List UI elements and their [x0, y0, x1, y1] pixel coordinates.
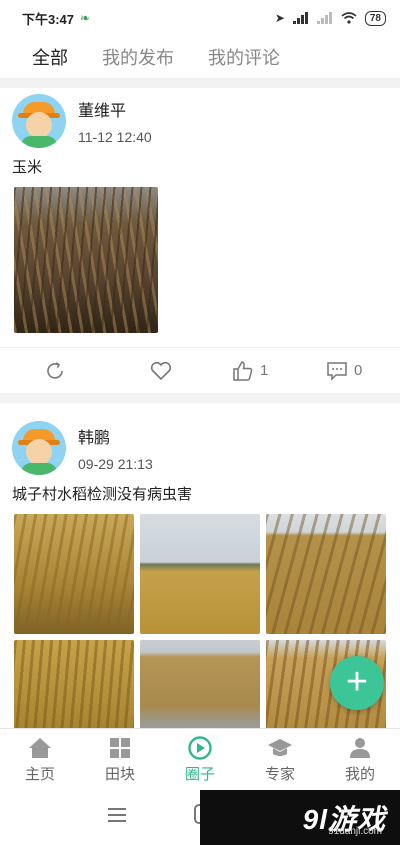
comment-button[interactable]: 0	[326, 361, 362, 381]
like-button[interactable]: 1	[232, 360, 326, 382]
post-card: 董维平 11-12 12:40 玉米 1 0	[0, 88, 400, 393]
post-header: 韩鹏 09-29 21:13	[0, 403, 400, 475]
tab-all[interactable]: 全部	[32, 44, 68, 70]
watermark-url: 91danji.com	[328, 826, 382, 837]
status-bar: 下午3:47 ❧ ➤ 78	[0, 0, 400, 36]
heart-icon	[150, 361, 172, 380]
post-photo[interactable]	[140, 640, 260, 728]
post-photo[interactable]	[140, 514, 260, 634]
circle-icon	[187, 735, 213, 760]
nav-item-home[interactable]: 主页	[0, 729, 80, 790]
post-photo[interactable]	[14, 187, 158, 333]
location-icon: ➤	[274, 11, 285, 25]
battery-icon: 78	[364, 10, 386, 26]
field-icon	[107, 736, 133, 760]
top-tabs: 全部 我的发布 我的评论	[0, 36, 400, 78]
home-icon	[27, 736, 53, 760]
nav-item-circle[interactable]: 圈子	[160, 729, 240, 790]
nav-item-field[interactable]: 田块	[80, 729, 160, 790]
nav-label: 田块	[104, 765, 135, 783]
profile-icon	[347, 736, 373, 760]
status-icons: ➤ 78	[274, 10, 386, 26]
favorite-button[interactable]	[150, 361, 232, 381]
post-date: 09-29 21:13	[78, 456, 153, 472]
nav-label: 圈子	[184, 765, 215, 783]
post-actions: 1 0	[0, 347, 400, 393]
post-photo[interactable]	[266, 514, 386, 634]
app-notification-icon: ❧	[80, 11, 91, 25]
nav-item-profile[interactable]: 我的	[320, 729, 400, 790]
share-button[interactable]	[44, 360, 150, 382]
tab-my-comments[interactable]: 我的评论	[208, 44, 280, 70]
signal-weak-icon	[316, 12, 332, 24]
post-text: 城子村水稻检测没有病虫害	[12, 486, 193, 503]
signal-icon	[292, 12, 308, 24]
post-photo[interactable]	[14, 640, 134, 728]
tab-my-posts[interactable]: 我的发布	[102, 44, 174, 70]
post-date: 11-12 12:40	[78, 129, 152, 145]
share-icon	[47, 361, 63, 379]
thumbs-up-icon	[233, 360, 253, 381]
comment-icon	[327, 361, 347, 381]
like-count: 1	[260, 362, 269, 379]
bottom-nav: 主页 田块 圈子 专家 我的	[0, 728, 400, 790]
post-photo[interactable]	[14, 514, 134, 634]
nav-label: 我的	[344, 765, 375, 783]
post-feed[interactable]: 董维平 11-12 12:40 玉米 1 0 韩鹏 09-29 21:13 城子…	[0, 88, 400, 728]
wifi-icon	[341, 12, 357, 24]
avatar[interactable]	[12, 421, 66, 475]
post-author[interactable]: 韩鹏	[78, 424, 153, 448]
menu-icon[interactable]	[108, 808, 126, 826]
post-author[interactable]: 董维平	[78, 97, 152, 121]
post-text: 玉米	[12, 159, 43, 176]
post-header: 董维平 11-12 12:40	[0, 88, 400, 148]
comment-count: 0	[354, 362, 363, 379]
add-post-button[interactable]: +	[330, 656, 384, 710]
nav-item-expert[interactable]: 专家	[240, 729, 320, 790]
watermark: 9l游戏 91danji.com	[200, 790, 400, 845]
status-time: 下午3:47	[22, 11, 75, 27]
nav-label: 主页	[24, 765, 55, 783]
expert-icon	[267, 736, 293, 760]
nav-label: 专家	[264, 765, 295, 783]
avatar[interactable]	[12, 94, 66, 148]
